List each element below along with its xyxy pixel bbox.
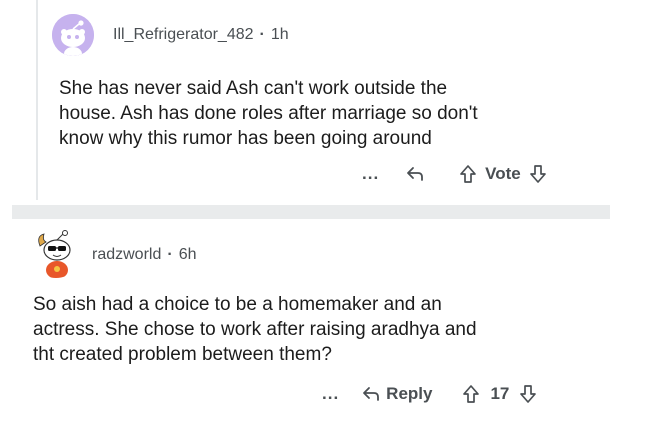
username[interactable]: radzworld xyxy=(92,246,161,264)
more-options-button[interactable]: ... xyxy=(322,384,339,404)
vote-score: 17 xyxy=(490,384,510,403)
downvote-icon xyxy=(529,165,546,183)
comment-2: radzworld · 6h So aish had a choice to b… xyxy=(0,220,647,424)
downvote-icon xyxy=(520,385,537,403)
reply-icon xyxy=(407,167,424,181)
comment-meta: radzworld · 6h xyxy=(92,246,196,264)
comment-line: house. Ash has done roles after marriage… xyxy=(59,103,478,124)
timestamp: 1h xyxy=(270,26,289,43)
comment-line: She has never said Ash can't work outsid… xyxy=(59,78,448,99)
reply-label: Reply xyxy=(386,384,433,403)
comment-line: tht created problem between them? xyxy=(33,344,332,365)
comment-line: So aish had a choice to be a homemaker a… xyxy=(33,294,442,315)
comment-actions: ... Reply 17 xyxy=(322,384,537,404)
upvote-button[interactable] xyxy=(459,164,477,184)
timestamp: 6h xyxy=(178,246,197,263)
snoo-sunglasses-avatar-icon xyxy=(30,226,82,278)
separator: · xyxy=(167,246,173,263)
more-options-button[interactable]: ... xyxy=(362,164,379,184)
comment-body: So aish had a choice to be a homemaker a… xyxy=(33,292,613,367)
snoo-avatar-icon xyxy=(52,14,94,56)
avatar[interactable] xyxy=(30,226,82,278)
avatar[interactable] xyxy=(52,14,94,56)
comment-1: Ill_Refrigerator_482 · 1h She has never … xyxy=(0,0,647,205)
downvote-button[interactable] xyxy=(519,384,537,404)
comment-actions: ... Vote xyxy=(362,164,547,184)
upvote-button[interactable] xyxy=(462,384,480,404)
comment-line: know why this rumor has been going aroun… xyxy=(59,128,432,149)
upvote-icon xyxy=(460,165,477,183)
comment-line: actress. She chose to work after raising… xyxy=(33,319,477,340)
reply-button[interactable] xyxy=(405,165,425,183)
upvote-icon xyxy=(463,385,480,403)
downvote-button[interactable] xyxy=(529,164,547,184)
reply-icon xyxy=(363,387,380,401)
comment-meta: Ill_Refrigerator_482 · 1h xyxy=(113,26,289,44)
comment-body: She has never said Ash can't work outsid… xyxy=(59,76,619,151)
reply-button[interactable]: Reply xyxy=(361,384,432,404)
vote-label: Vote xyxy=(485,164,521,183)
separator: · xyxy=(259,26,265,43)
comment-divider xyxy=(12,205,610,219)
username[interactable]: Ill_Refrigerator_482 xyxy=(113,26,254,44)
